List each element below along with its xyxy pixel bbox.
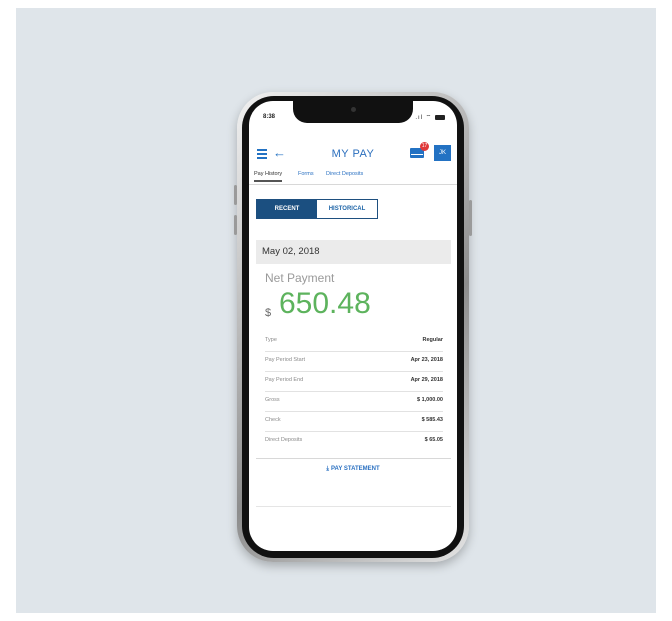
- detail-label: Check: [265, 417, 281, 423]
- net-payment-amount: 650.48: [279, 287, 371, 320]
- detail-row-period-end: Pay Period End Apr 29, 2018: [265, 372, 443, 392]
- detail-label: Type: [265, 337, 277, 343]
- volume-up-button: [234, 185, 237, 205]
- phone-screen: 8:38 .ıl ⌔ ← MY PAY 17 JK Pay History Fo…: [249, 101, 457, 551]
- pay-date: May 02, 2018: [262, 246, 320, 257]
- status-icons: .ıl ⌔: [415, 113, 445, 121]
- notch: [293, 101, 413, 123]
- divider: [256, 458, 451, 459]
- detail-label: Direct Deposits: [265, 437, 303, 443]
- detail-value: $ 1,000.00: [417, 397, 443, 403]
- detail-label: Gross: [265, 397, 280, 403]
- detail-value: Apr 23, 2018: [410, 357, 443, 363]
- pay-date-header: May 02, 2018: [256, 240, 451, 264]
- detail-row-direct-deposits: Direct Deposits $ 65.05: [265, 432, 443, 451]
- recent-button[interactable]: RECENT: [257, 200, 317, 218]
- signal-wifi-icon: .ıl ⌔: [415, 115, 433, 121]
- detail-value: $ 585.43: [421, 417, 443, 423]
- period-toggle: RECENT HISTORICAL: [256, 199, 378, 219]
- historical-button[interactable]: HISTORICAL: [317, 200, 377, 218]
- pay-statement-button[interactable]: ⤓ PAY STATEMENT: [249, 466, 457, 473]
- net-payment-label: Net Payment: [265, 271, 335, 285]
- volume-down-button: [234, 215, 237, 235]
- detail-row-period-start: Pay Period Start Apr 23, 2018: [265, 352, 443, 372]
- detail-row-gross: Gross $ 1,000.00: [265, 392, 443, 412]
- notification-badge: 17: [420, 142, 429, 151]
- status-time: 8:38: [263, 114, 276, 120]
- currency-symbol: $: [265, 307, 272, 319]
- app-header: ← MY PAY 17 JK: [249, 141, 457, 169]
- tab-forms[interactable]: Forms: [298, 171, 314, 180]
- detail-label: Pay Period End: [265, 377, 304, 383]
- detail-value: Apr 29, 2018: [410, 377, 443, 383]
- battery-icon: [435, 114, 445, 120]
- download-icon: ⤓: [326, 466, 329, 472]
- detail-value: Regular: [422, 337, 443, 343]
- detail-label: Pay Period Start: [265, 357, 306, 363]
- pay-statement-label: PAY STATEMENT: [330, 466, 380, 472]
- tab-pay-history[interactable]: Pay History: [254, 171, 283, 182]
- detail-value: $ 65.05: [424, 437, 443, 443]
- tab-bar: Pay History Forms Direct Deposits: [249, 170, 457, 185]
- power-button: [469, 200, 472, 236]
- detail-row-type: Type Regular: [265, 332, 443, 352]
- divider: [256, 506, 451, 507]
- camera-icon: [351, 107, 356, 112]
- pay-details-list: Type Regular Pay Period Start Apr 23, 20…: [265, 332, 443, 451]
- mail-icon[interactable]: 17: [410, 142, 429, 158]
- tab-direct-deposits[interactable]: Direct Deposits: [326, 171, 363, 180]
- detail-row-check: Check $ 585.43: [265, 412, 443, 432]
- avatar[interactable]: JK: [434, 145, 451, 161]
